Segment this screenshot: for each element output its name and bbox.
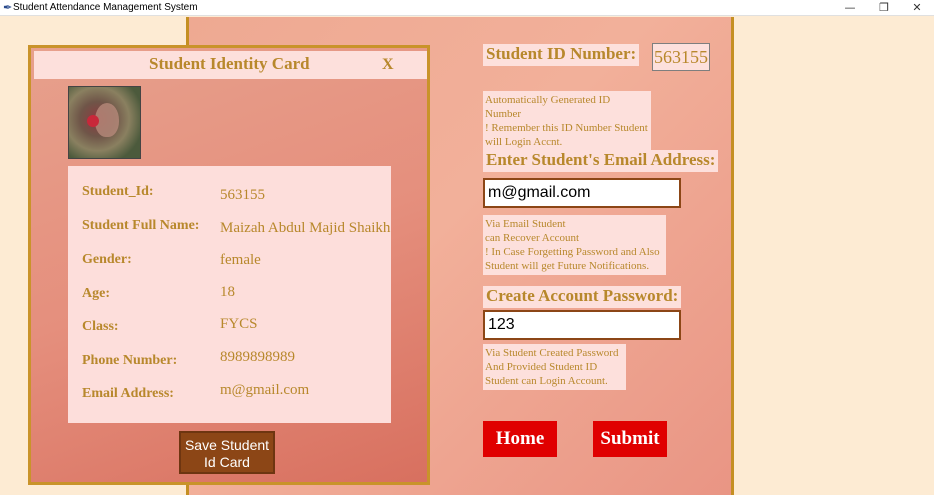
password-note: Via Student Created Password And Provide…	[483, 344, 626, 390]
restore-button[interactable]: ❐	[867, 0, 901, 16]
info-row: Email Address: m@gmail.com	[68, 382, 391, 410]
field-label: Age:	[82, 286, 110, 301]
window-title: Student Attendance Management System	[13, 2, 198, 13]
password-label: Create Account Password:	[483, 286, 682, 308]
feather-app-icon: ✒	[3, 2, 13, 14]
field-label: Gender:	[82, 252, 132, 267]
card-info-panel: Student_Id: 563155 Student Full Name: Ma…	[68, 166, 391, 423]
field-value: 8989898989	[220, 349, 295, 365]
password-note-line: And Provided Student ID	[485, 361, 598, 373]
password-note-line: Student can Login Account.	[485, 375, 608, 387]
save-id-card-button[interactable]: Save Student Id Card	[179, 431, 275, 474]
email-input[interactable]: m@gmail.com	[483, 178, 681, 208]
field-label: Student_Id:	[82, 184, 154, 199]
field-value: 18	[220, 284, 235, 300]
info-row: Phone Number: 8989898989	[68, 349, 391, 377]
card-close-button[interactable]: X	[382, 56, 394, 74]
field-value: m@gmail.com	[220, 382, 310, 398]
id-note-line: ! Remember this ID Number Student	[485, 122, 648, 134]
field-label: Student Full Name:	[82, 218, 200, 233]
id-note-line: Automatically Generated ID Number	[485, 94, 611, 120]
email-note-line: Student will get Future Notifications.	[485, 260, 650, 272]
right-panel	[731, 17, 934, 495]
field-label: Email Address:	[82, 386, 174, 401]
field-value: 563155	[220, 187, 265, 203]
info-row: Class: FYCS	[68, 316, 391, 343]
field-label: Class:	[82, 319, 119, 334]
info-row: Gender: female	[68, 252, 391, 276]
email-label: Enter Student's Email Address:	[483, 150, 719, 172]
card-title: Student Identity Card	[149, 54, 310, 73]
close-window-button[interactable]: ✕	[900, 0, 934, 16]
photo-flower	[87, 115, 99, 127]
student-photo	[68, 86, 141, 159]
id-note: Automatically Generated ID Number ! Reme…	[483, 91, 651, 151]
card-header: Student Identity Card X	[34, 51, 427, 79]
password-input[interactable]: 123	[483, 310, 681, 340]
submit-button[interactable]: Submit	[593, 421, 667, 457]
field-value: Maizah Abdul Majid Shaikh	[220, 220, 391, 236]
info-row: Age: 18	[68, 284, 391, 310]
email-note-line: Via Email Student	[485, 218, 566, 230]
student-id-value: 563155	[652, 43, 710, 71]
info-row: Student_Id: 563155	[68, 184, 391, 208]
student-identity-card: Student Identity Card X Student_Id: 5631…	[28, 45, 430, 485]
field-value: female	[220, 252, 261, 268]
minimize-button[interactable]: —	[833, 0, 867, 16]
title-bar: ✒ Student Attendance Management System —…	[0, 0, 934, 16]
field-value: FYCS	[220, 316, 258, 332]
id-note-line: will Login Accnt.	[485, 136, 563, 148]
email-note: Via Email Student can Recover Account ! …	[483, 215, 666, 275]
student-id-label: Student ID Number:	[483, 44, 640, 66]
info-row: Student Full Name: Maizah Abdul Majid Sh…	[68, 218, 391, 242]
email-note-line: ! In Case Forgetting Password and Also	[485, 246, 660, 258]
home-button[interactable]: Home	[483, 421, 557, 457]
field-label: Phone Number:	[82, 353, 178, 368]
password-note-line: Via Student Created Password	[485, 347, 619, 359]
email-note-line: can Recover Account	[485, 232, 580, 244]
